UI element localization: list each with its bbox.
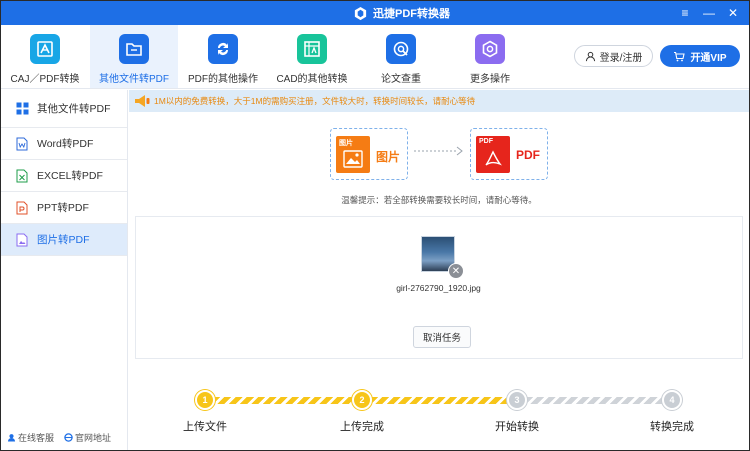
pdf-file-icon: PDF [476,136,510,173]
online-service-link[interactable]: 在线客服 [7,431,54,444]
sidebar-item-ppt-to-pdf[interactable]: PPT转PDF [1,192,127,224]
online-service-label: 在线客服 [18,433,55,443]
sidebar-item-image-to-pdf[interactable]: 图片转PDF [1,224,127,256]
excel-doc-icon [15,169,29,183]
ppt-doc-icon [15,201,29,215]
sidebar-item-other-to-pdf[interactable]: 其他文件转PDF [1,90,127,128]
title-group: 迅捷PDF转换器 [353,5,450,21]
tool-pdf-other-ops[interactable]: PDF的其他操作 [179,25,267,88]
user-icon [585,51,595,61]
gear-icon [475,34,505,64]
app-logo-icon [354,6,367,20]
remove-file-icon[interactable]: ✕ [448,263,464,279]
caj-convert-icon [30,34,60,64]
tool-label: 更多操作 [470,74,510,85]
folder-icon [119,34,149,64]
app-window: 迅捷PDF转换器 ≡ — ✕ CAJ／PDF转换 其他文件转PDF PDF的其他… [0,0,750,451]
megaphone-icon [135,95,150,107]
sidebar-item-label: 图片转PDF [37,234,90,246]
target-format-name: PDF [516,148,540,162]
open-vip-button[interactable]: 开通VIP [660,45,740,67]
notice-text: 1M以内的免费转换，大于1M的需购买注册，文件较大时，转换时间较长，请耐心等待 [154,96,476,106]
vip-label: 开通VIP [690,52,727,64]
step-1-label: 上传文件 [183,421,227,433]
login-label: 登录/注册 [599,52,643,64]
minimize-icon[interactable]: — [699,4,719,22]
tool-other-to-pdf[interactable]: 其他文件转PDF [90,25,178,88]
step-2-indicator: 2 [352,390,372,410]
sidebar-item-label: Word转PDF [37,138,94,150]
sidebar-item-excel-to-pdf[interactable]: EXCEL转PDF [1,160,127,192]
progress-line-1 [213,397,353,404]
sidebar: 其他文件转PDF Word转PDF EXCEL转PDF PPT转PDF 图片转P… [1,90,128,450]
progress-line-2 [371,397,508,404]
sidebar-item-word-to-pdf[interactable]: Word转PDF [1,128,127,160]
warm-tip: 温馨提示：若全部转换需要较长时间，请耐心等待。 [341,195,537,205]
target-format-box: PDF PDF [470,128,548,180]
app-title: 迅捷PDF转换器 [373,8,450,20]
tool-label: CAD的其他转换 [276,74,348,85]
step-1-indicator: 1 [195,390,215,410]
grid-icon [15,102,29,116]
tool-paper-check[interactable]: 论文查重 [357,25,445,88]
official-website-label: 官网地址 [75,433,112,443]
tool-label: 其他文件转PDF [99,74,169,85]
source-format-box: 图片 图片 [330,128,408,180]
main-toolbar: CAJ／PDF转换 其他文件转PDF PDF的其他操作 CAD的其他转换 论文查… [1,25,749,89]
window-controls: ≡ — ✕ [675,4,743,22]
cancel-task-button[interactable]: 取消任务 [413,326,471,348]
file-name: girl-2762790_1920.jpg [396,283,481,293]
step-2-label: 上传完成 [340,421,384,433]
step-4-indicator: 4 [662,390,682,410]
step-3-indicator: 3 [507,390,527,410]
refresh-icon [208,34,238,64]
check-icon [386,34,416,64]
cart-icon [674,51,686,61]
customer-service-icon [7,434,16,442]
tool-caj-pdf-convert[interactable]: CAJ／PDF转换 [1,25,89,88]
word-doc-icon [15,137,29,151]
source-format-name: 图片 [376,150,401,164]
login-register-button[interactable]: 登录/注册 [574,45,653,67]
tool-label: CAJ／PDF转换 [10,74,80,85]
target-tag: PDF [479,138,493,145]
tool-more-ops[interactable]: 更多操作 [446,25,534,88]
sidebar-footer: 在线客服 官网地址 [7,431,111,444]
source-tag: 图片 [339,140,353,147]
tool-label: 论文查重 [381,74,421,85]
menu-icon[interactable]: ≡ [675,4,695,22]
step-3-label: 开始转换 [495,421,539,433]
browser-icon [64,433,73,442]
image-file-icon: 图片 [336,136,370,173]
tool-label: PDF的其他操作 [188,74,258,85]
sidebar-item-label: 其他文件转PDF [37,103,111,115]
notice-banner: 1M以内的免费转换，大于1M的需购买注册，文件较大时，转换时间较长，请耐心等待 [129,90,749,112]
sidebar-item-label: PPT转PDF [37,202,89,214]
sidebar-item-label: EXCEL转PDF [37,170,103,182]
convert-arrow-icon [414,146,463,156]
progress-line-3 [526,397,663,404]
tool-cad-other-convert[interactable]: CAD的其他转换 [268,25,356,88]
title-bar: 迅捷PDF转换器 ≡ — ✕ [1,1,749,25]
official-website-link[interactable]: 官网地址 [64,431,111,444]
close-icon[interactable]: ✕ [723,4,743,22]
image-doc-icon [15,233,29,247]
step-4-label: 转换完成 [650,421,694,433]
cad-icon [297,34,327,64]
